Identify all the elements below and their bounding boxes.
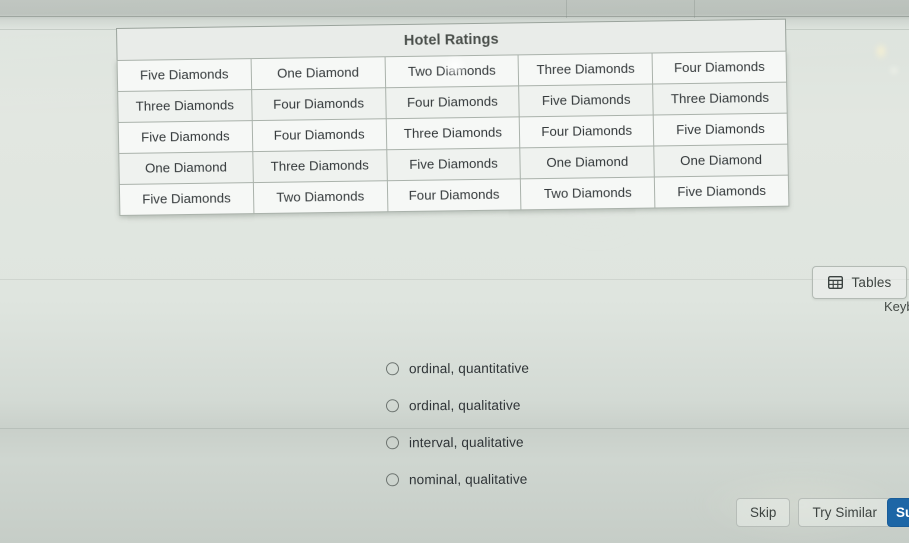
submit-button[interactable]: Submit [887, 498, 909, 527]
hotel-ratings-table: Hotel Ratings Five Diamonds One Diamond … [116, 18, 790, 216]
table-cell: Five Diamonds [118, 120, 253, 154]
tables-button[interactable]: Tables [812, 266, 907, 299]
table-cell: Five Diamonds [119, 182, 254, 216]
radio-icon[interactable] [385, 399, 400, 413]
table-cell: Four Diamonds [652, 51, 787, 85]
table-cell: Two Diamonds [520, 176, 656, 210]
option-label: ordinal, qualitative [408, 397, 521, 414]
radio-icon[interactable] [385, 473, 400, 487]
surface-seam-vertical [566, 0, 567, 18]
table-cell: Four Diamonds [519, 115, 654, 148]
option-label: ordinal, quantitative [408, 360, 530, 377]
table-cell: Four Diamonds [386, 178, 522, 212]
table-cell: One Diamond [250, 56, 386, 90]
table-body: Five Diamonds One Diamond Two Diamonds T… [117, 51, 789, 216]
table-cell: Four Diamonds [385, 85, 520, 119]
table-cell: Five Diamonds [519, 84, 654, 117]
table-cell: Five Diamonds [653, 113, 788, 146]
table-cell: Three Diamonds [518, 53, 653, 86]
table-cell: Five Diamonds [117, 58, 252, 92]
hotel-ratings-table-container: Hotel Ratings Five Diamonds One Diamond … [116, 18, 790, 216]
submit-button-clipped: Submit [887, 498, 909, 528]
table-cell: Four Diamonds [251, 87, 386, 121]
answer-options-group: ordinal, quantitative ordinal, qualitati… [385, 350, 530, 499]
tables-button-label: Tables [851, 275, 892, 290]
table-cell: One Diamond [653, 144, 789, 177]
option-label: nominal, qualitative [408, 471, 528, 488]
option-nominal-qualitative[interactable]: nominal, qualitative [385, 461, 529, 499]
table-cell: Three Diamonds [385, 116, 521, 150]
table-cell: Five Diamonds [386, 147, 521, 181]
skip-button[interactable]: Skip [736, 498, 791, 527]
table-cell: Three Diamonds [652, 82, 788, 116]
radio-icon[interactable] [385, 436, 400, 450]
table-grid-icon [827, 276, 843, 289]
try-similar-button[interactable]: Try Similar [798, 498, 892, 527]
keyboard-hint-label: Keyb [884, 299, 909, 314]
table-cell: Five Diamonds [654, 175, 789, 208]
table-cell: Four Diamonds [252, 118, 387, 152]
option-ordinal-qualitative[interactable]: ordinal, qualitative [385, 387, 529, 425]
table-cell: Three Diamonds [252, 149, 387, 183]
table-cell: One Diamond [118, 151, 254, 185]
table-cell: Two Diamonds [253, 180, 388, 214]
option-label: interval, qualitative [408, 434, 524, 451]
surface-seam-vertical [694, 0, 695, 18]
table-cell: Two Diamonds [384, 54, 520, 88]
table-cell: One Diamond [520, 145, 655, 179]
action-bar: Skip Try Similar [736, 498, 892, 527]
option-ordinal-quantitative[interactable]: ordinal, quantitative [385, 350, 530, 388]
radio-icon[interactable] [385, 362, 400, 376]
option-interval-qualitative[interactable]: interval, qualitative [385, 424, 529, 462]
table-cell: Three Diamonds [117, 89, 253, 123]
